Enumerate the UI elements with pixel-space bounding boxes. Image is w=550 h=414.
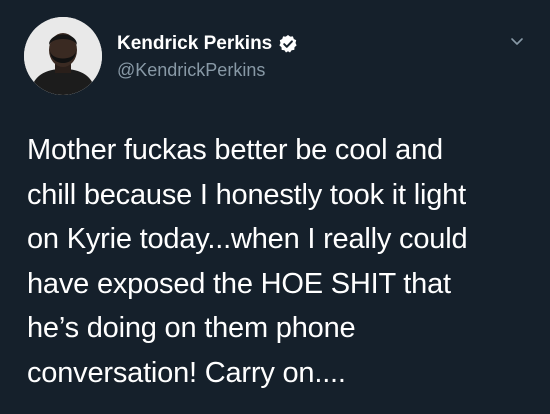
tweet-text-line: he’s doing on them phone [27,312,356,344]
avatar[interactable] [24,17,102,95]
tweet-card: Kendrick Perkins @KendrickPerkins Mother… [0,0,550,414]
verified-badge-icon [278,34,298,54]
chevron-down-icon[interactable] [508,32,526,50]
author-handle[interactable]: @KendrickPerkins [117,60,265,81]
tweet-text-line: conversation! Carry on.... [27,356,346,389]
tweet-text-line: on Kyrie today...when I really could [27,223,468,255]
tweet-text-line: Mother fuckas better be cool and [27,134,443,166]
tweet-text: Mother fuckas better be cool and chill b… [27,128,527,395]
author-name-row[interactable]: Kendrick Perkins [117,31,298,57]
tweet-text-line: have exposed the HOE SHIT that [27,267,451,300]
avatar-image [24,17,102,95]
tweet-text-line: chill because I honestly took it light [27,178,466,211]
author-display-name[interactable]: Kendrick Perkins [117,33,272,55]
